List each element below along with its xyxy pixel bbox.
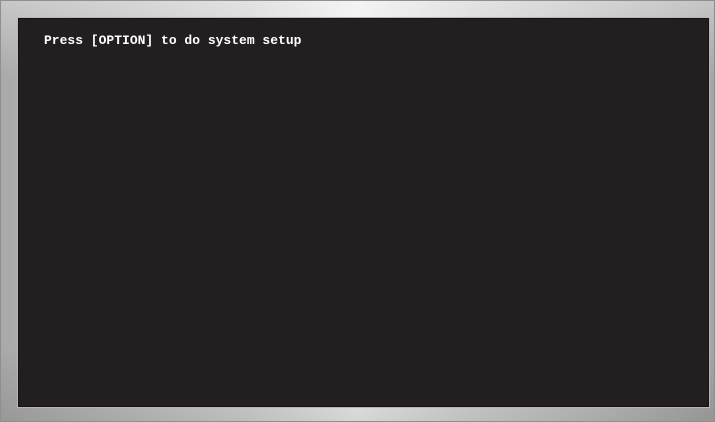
boot-screen: Press [OPTION] to do system setup xyxy=(18,18,709,407)
boot-prompt-message: Press [OPTION] to do system setup xyxy=(44,33,302,48)
monitor-bezel: Press [OPTION] to do system setup xyxy=(0,0,715,422)
